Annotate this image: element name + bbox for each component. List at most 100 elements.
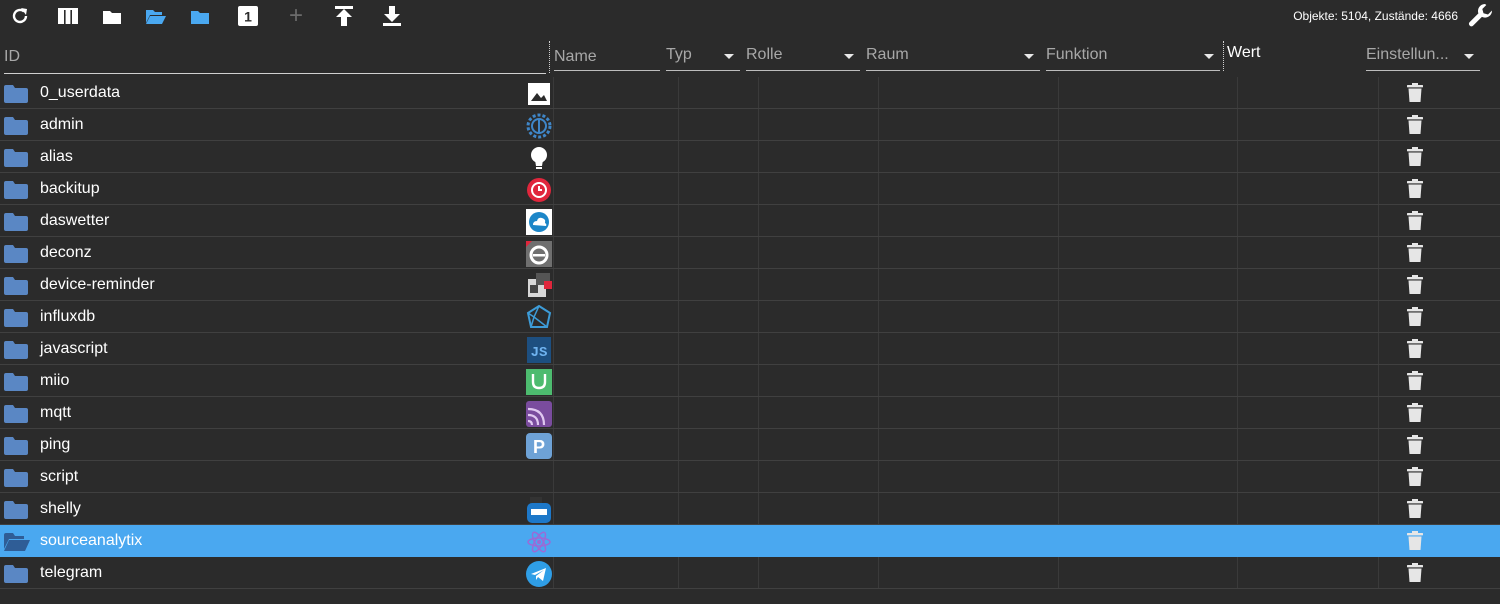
tree-row-sourceanalytix[interactable]: sourceanalytix <box>0 525 1500 557</box>
columns-icon[interactable] <box>56 5 80 27</box>
miio-icon <box>526 369 552 395</box>
folder-icon[interactable] <box>4 565 28 583</box>
tree-row-deconz[interactable]: deconz <box>0 237 1500 269</box>
object-tree: 0_userdataadmin alias backitup daswetter dec… <box>0 77 1500 589</box>
folder-icon[interactable] <box>100 5 124 27</box>
header-name-filter[interactable]: Name <box>554 46 660 72</box>
tree-row-alias[interactable]: alias <box>0 141 1500 173</box>
tree-row-ping[interactable]: ping P <box>0 429 1500 461</box>
folder-icon[interactable] <box>4 309 28 327</box>
dropdown-arrow-icon <box>1204 54 1214 59</box>
header-name-label: Name <box>554 48 597 65</box>
folder-icon[interactable] <box>4 277 28 295</box>
trash-icon[interactable] <box>1407 563 1423 582</box>
column-resizer[interactable] <box>549 41 550 73</box>
object-stats: Objekte: 5104, Zustände: 4666 <box>1293 9 1458 23</box>
svg-text:P: P <box>533 437 545 457</box>
tree-row-daswetter[interactable]: daswetter <box>0 205 1500 237</box>
folder-open-icon[interactable] <box>4 533 30 551</box>
trash-icon[interactable] <box>1407 403 1423 422</box>
folder-open-icon[interactable] <box>144 5 168 27</box>
header-raum-filter[interactable]: Raum <box>866 46 1040 72</box>
folder-closed-icon[interactable] <box>188 5 212 27</box>
dropdown-arrow-icon <box>844 54 854 59</box>
folder-icon[interactable] <box>4 437 28 455</box>
folder-icon[interactable] <box>4 85 28 103</box>
refresh-icon[interactable] <box>8 5 32 27</box>
column-resizer[interactable] <box>1223 41 1224 71</box>
trash-icon[interactable] <box>1407 211 1423 230</box>
folder-icon[interactable] <box>4 117 28 135</box>
backitup-icon <box>526 177 552 203</box>
svg-text:JS: JS <box>531 345 548 361</box>
wrench-icon[interactable] <box>1468 3 1494 29</box>
influxdb-icon <box>526 304 552 331</box>
weather-icon <box>526 209 552 235</box>
tree-row-label: script <box>40 468 79 485</box>
tree-row-device-reminder[interactable]: device-reminder <box>0 269 1500 301</box>
trash-icon[interactable] <box>1407 307 1423 326</box>
tree-row-influxdb[interactable]: influxdb <box>0 301 1500 333</box>
header-typ-filter[interactable]: Typ <box>666 46 740 72</box>
trash-icon[interactable] <box>1407 371 1423 390</box>
svg-text:1: 1 <box>244 9 252 25</box>
trash-icon[interactable] <box>1407 531 1423 550</box>
trash-icon[interactable] <box>1407 339 1423 358</box>
folder-icon[interactable] <box>4 245 28 263</box>
tree-row-label: alias <box>40 148 73 165</box>
header-rolle-label: Rolle <box>746 46 783 63</box>
header-typ-label: Typ <box>666 46 692 63</box>
tree-row-mqtt[interactable]: mqtt <box>0 397 1500 429</box>
folder-icon[interactable] <box>4 405 28 423</box>
folder-icon[interactable] <box>4 181 28 199</box>
trash-icon[interactable] <box>1407 275 1423 294</box>
ping-icon: P <box>526 433 552 459</box>
tree-row-label: deconz <box>40 244 92 261</box>
dropdown-arrow-icon <box>1024 54 1034 59</box>
upload-icon[interactable] <box>332 5 356 27</box>
tree-row-label: daswetter <box>40 212 110 229</box>
tree-row-javascript[interactable]: javascript JS <box>0 333 1500 365</box>
folder-icon[interactable] <box>4 213 28 231</box>
bulb-icon <box>526 145 552 171</box>
folder-icon[interactable] <box>4 373 28 391</box>
one-icon[interactable]: 1 <box>236 5 260 27</box>
toolbar: 1 + Objekte: 5104, Zustände: 4666 <box>0 0 1500 34</box>
trash-icon[interactable] <box>1407 179 1423 198</box>
trash-icon[interactable] <box>1407 499 1423 518</box>
tree-row-admin[interactable]: admin <box>0 109 1500 141</box>
tree-row-label: 0_userdata <box>40 84 121 101</box>
header-einstellungen-filter[interactable]: Einstellun... <box>1366 46 1480 72</box>
tree-row-script[interactable]: script <box>0 461 1500 493</box>
trash-icon[interactable] <box>1407 243 1423 262</box>
trash-icon[interactable] <box>1407 467 1423 486</box>
trash-icon[interactable] <box>1407 115 1423 134</box>
header-funktion-filter[interactable]: Funktion <box>1046 46 1220 72</box>
plus-icon[interactable]: + <box>284 4 308 28</box>
tree-row-backitup[interactable]: backitup <box>0 173 1500 205</box>
tree-row-label: admin <box>40 116 84 133</box>
tree-row-0_userdata[interactable]: 0_userdata <box>0 77 1500 109</box>
tree-row-miio[interactable]: miio <box>0 365 1500 397</box>
dropdown-arrow-icon <box>1464 54 1474 59</box>
telegram-icon <box>526 561 552 587</box>
header-rolle-filter[interactable]: Rolle <box>746 46 860 72</box>
tree-row-label: influxdb <box>40 308 96 325</box>
shelly-icon <box>526 497 552 523</box>
dropdown-arrow-icon <box>724 54 734 59</box>
download-icon[interactable] <box>380 5 404 27</box>
tree-row-label: sourceanalytix <box>40 532 143 549</box>
trash-icon[interactable] <box>1407 83 1423 102</box>
trash-icon[interactable] <box>1407 435 1423 454</box>
sourceanalytix-icon <box>526 529 552 555</box>
folder-icon[interactable] <box>4 341 28 359</box>
tree-row-shelly[interactable]: shelly <box>0 493 1500 525</box>
tree-row-telegram[interactable]: telegram <box>0 557 1500 589</box>
header-id: ID <box>4 48 20 65</box>
folder-icon[interactable] <box>4 501 28 519</box>
folder-icon[interactable] <box>4 149 28 167</box>
tree-row-label: ping <box>40 436 71 453</box>
trash-icon[interactable] <box>1407 147 1423 166</box>
mqtt-icon <box>526 401 552 427</box>
folder-icon[interactable] <box>4 469 28 487</box>
